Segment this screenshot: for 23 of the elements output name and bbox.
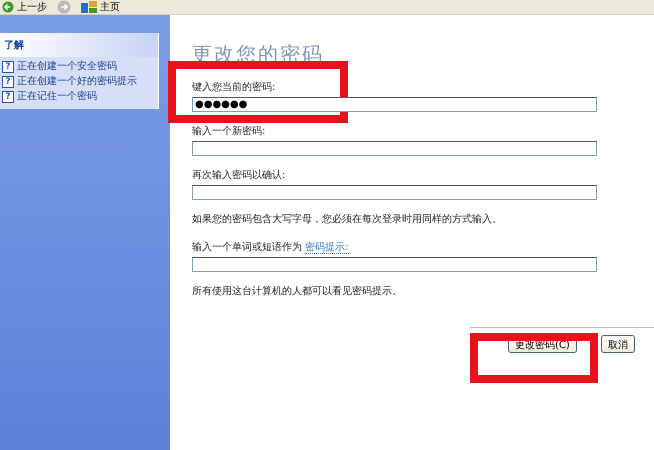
panel-title: 了解 bbox=[0, 33, 158, 57]
help-icon: ? bbox=[2, 76, 14, 88]
back-button[interactable]: 上一步 bbox=[2, 0, 47, 14]
field-label: 输入一个新密码: bbox=[192, 124, 266, 138]
field-label: 键入您当前的密码: bbox=[192, 80, 276, 94]
password-field[interactable] bbox=[192, 141, 597, 156]
password-field[interactable] bbox=[192, 257, 597, 272]
hint-link[interactable]: 密码提示: bbox=[305, 242, 349, 254]
help-icon: ? bbox=[2, 91, 14, 103]
field-label: 输入一个单词或短语作为 密码提示: bbox=[192, 240, 349, 254]
help-icon: ? bbox=[2, 61, 14, 73]
hint-text: 所有使用这台计算机的人都可以看见密码提示。 bbox=[192, 284, 402, 298]
home-button[interactable]: 主页 bbox=[81, 0, 120, 14]
back-icon bbox=[2, 1, 14, 13]
password-field[interactable] bbox=[192, 185, 597, 200]
help-link[interactable]: 正在创建一个好的密码提示 bbox=[17, 76, 137, 87]
hint-text: 如果您的密码包含大写字母，您必须在每次登录时用同样的方式输入。 bbox=[192, 212, 502, 226]
password-field[interactable]: ●●●●●● bbox=[192, 97, 597, 112]
field-label: 再次输入密码以确认: bbox=[192, 168, 286, 182]
cancel-button[interactable]: 取消 bbox=[600, 335, 635, 353]
help-link[interactable]: 正在记住一个密码 bbox=[17, 91, 97, 102]
help-link[interactable]: 正在创建一个安全密码 bbox=[17, 61, 117, 72]
home-icon bbox=[81, 1, 97, 13]
